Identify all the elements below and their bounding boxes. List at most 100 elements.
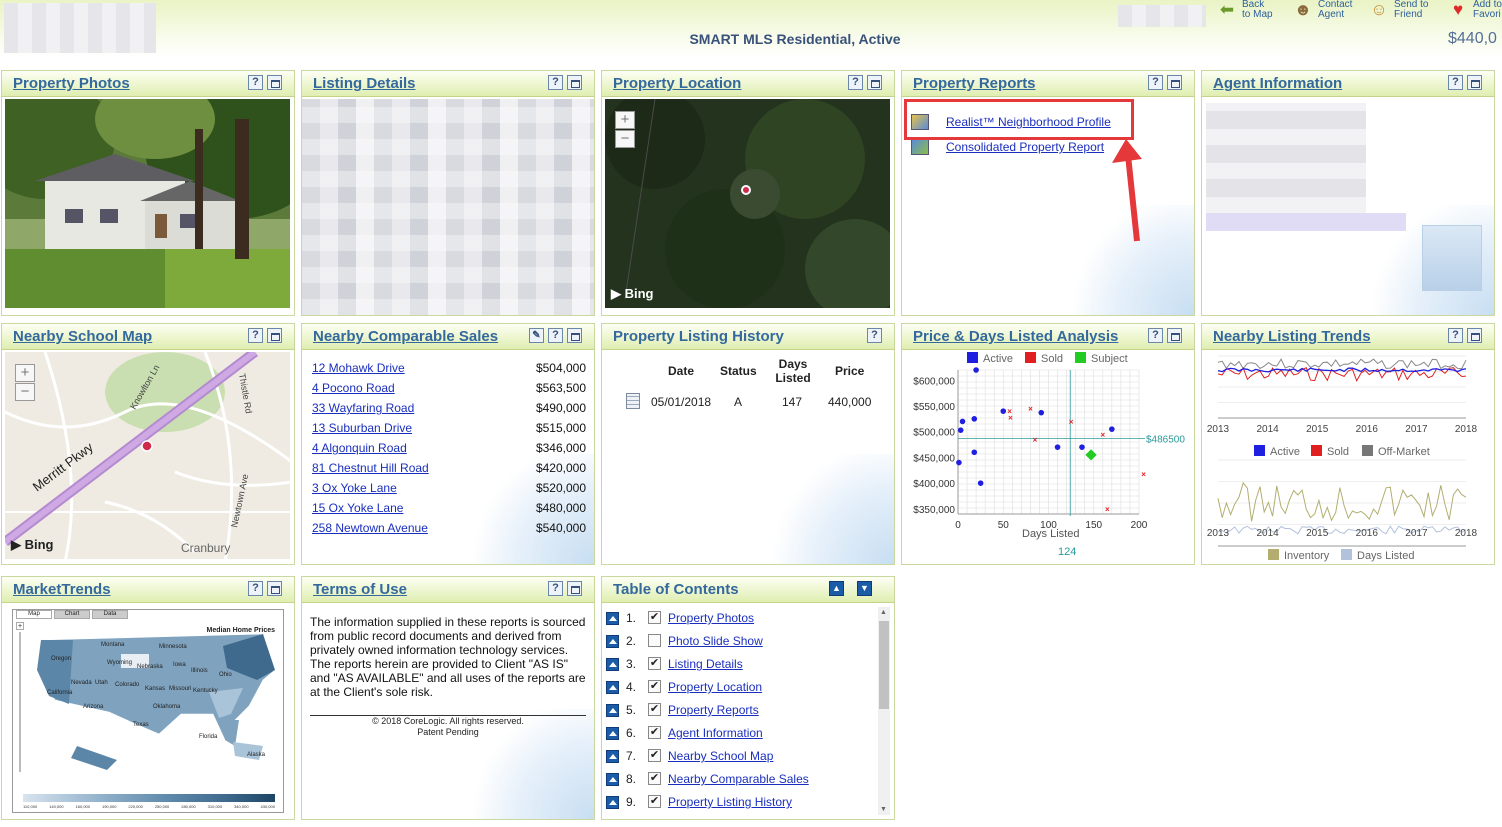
comparable-address-link[interactable]: 4 Pocono Road	[312, 381, 395, 395]
panel-title[interactable]: Property Location	[613, 75, 741, 92]
panel-title[interactable]: Nearby School Map	[13, 328, 152, 345]
panel-title[interactable]: Agent Information	[1213, 75, 1342, 92]
help-button[interactable]: ?	[548, 75, 563, 90]
move-up-icon[interactable]	[606, 704, 619, 717]
comparable-row: 33 Wayfaring Road $490,000	[312, 401, 586, 421]
move-up-icon[interactable]	[606, 658, 619, 671]
toc-scrollbar[interactable]: ▲ ▼	[878, 607, 890, 815]
move-up-icon[interactable]	[606, 750, 619, 763]
market-trends-widget[interactable]: Map Chart Data Median Home Prices + Mont…	[12, 609, 284, 813]
expand-all-button[interactable]: ▼	[857, 581, 872, 596]
maximize-button[interactable]	[1167, 328, 1182, 343]
maximize-button[interactable]	[267, 328, 282, 343]
property-photo[interactable]	[5, 99, 290, 308]
toc-checkbox[interactable]: ✔	[648, 772, 661, 785]
aerial-map[interactable]: + − ▶ Bing	[605, 99, 890, 308]
help-button[interactable]: ?	[867, 328, 882, 343]
toc-checkbox[interactable]: ✔	[648, 703, 661, 716]
document-icon[interactable]	[626, 393, 640, 409]
toc-checkbox[interactable]: ✔	[648, 795, 661, 808]
zoom-in-button[interactable]: +	[15, 364, 35, 382]
toc-checkbox[interactable]	[648, 634, 661, 647]
maximize-button[interactable]	[867, 75, 882, 90]
move-up-icon[interactable]	[606, 727, 619, 740]
panel-title[interactable]: Listing Details	[313, 75, 416, 92]
back-to-map-button[interactable]: ⬅ Back to Map	[1216, 0, 1282, 24]
comparable-price: $346,000	[535, 441, 586, 455]
zoom-out-button[interactable]: −	[15, 383, 35, 401]
scroll-up-icon[interactable]: ▲	[880, 609, 887, 616]
toc-link[interactable]: Photo Slide Show	[668, 634, 763, 648]
toc-link[interactable]: Property Reports	[668, 703, 759, 717]
maximize-button[interactable]	[567, 581, 582, 596]
maximize-button[interactable]	[567, 328, 582, 343]
add-to-favorites-button[interactable]: ♥ Add to Favori	[1447, 0, 1502, 24]
help-button[interactable]: ?	[248, 75, 263, 90]
toc-link[interactable]: Nearby School Map	[668, 749, 773, 763]
toc-link[interactable]: Property Listing History	[668, 795, 792, 809]
maximize-button[interactable]	[1467, 75, 1482, 90]
toc-checkbox[interactable]: ✔	[648, 657, 661, 670]
toc-link[interactable]: Agent Information	[668, 726, 763, 740]
panel-title[interactable]: Property Photos	[13, 75, 130, 92]
move-up-icon[interactable]	[606, 773, 619, 786]
help-button[interactable]: ?	[1148, 328, 1163, 343]
panel-title[interactable]: Nearby Listing Trends	[1213, 328, 1371, 345]
help-button[interactable]: ?	[1448, 75, 1463, 90]
legend-swatch	[1268, 549, 1279, 560]
toc-checkbox[interactable]: ✔	[648, 749, 661, 762]
help-button[interactable]: ?	[1448, 328, 1463, 343]
edit-button[interactable]: ✎	[529, 328, 544, 343]
move-up-icon[interactable]	[606, 612, 619, 625]
toc-link[interactable]: Nearby Comparable Sales	[668, 772, 809, 786]
scroll-down-icon[interactable]: ▼	[880, 806, 887, 813]
panel-title[interactable]: Property Reports	[913, 75, 1036, 92]
maximize-button[interactable]	[267, 581, 282, 596]
toc-number: 5.	[626, 703, 637, 717]
school-map[interactable]: Merritt Pkwy Knowlton Ln Thistle Rd Newt…	[5, 352, 290, 559]
toc-checkbox[interactable]: ✔	[648, 611, 661, 624]
move-up-icon[interactable]	[606, 681, 619, 694]
maximize-button[interactable]	[567, 75, 582, 90]
comparable-address-link[interactable]: 258 Newtown Avenue	[312, 521, 428, 535]
scroll-thumb[interactable]	[879, 621, 889, 709]
comparable-address-link[interactable]: 33 Wayfaring Road	[312, 401, 414, 415]
comparable-address-link[interactable]: 81 Chestnut Hill Road	[312, 461, 429, 475]
move-up-icon[interactable]	[606, 635, 619, 648]
panel-title[interactable]: Terms of Use	[313, 581, 407, 598]
toc-checkbox[interactable]: ✔	[648, 680, 661, 693]
help-button[interactable]: ?	[1148, 75, 1163, 90]
panel-header: Terms of Use ?	[302, 577, 594, 603]
panel-title[interactable]: MarketTrends	[13, 581, 111, 598]
comparable-address-link[interactable]: 12 Mohawk Drive	[312, 361, 405, 375]
maximize-button[interactable]	[267, 75, 282, 90]
comparable-address-link[interactable]: 13 Suburban Drive	[312, 421, 412, 435]
toc-checkbox[interactable]: ✔	[648, 726, 661, 739]
help-button[interactable]: ?	[248, 328, 263, 343]
help-button[interactable]: ?	[848, 75, 863, 90]
comparable-address-link[interactable]: 15 Ox Yoke Lane	[312, 501, 403, 515]
y-tick-label: $400,000	[913, 479, 955, 490]
contact-agent-button[interactable]: ☻ Contact Agent	[1292, 0, 1358, 24]
help-button[interactable]: ?	[548, 328, 563, 343]
scale-labels: 110,000 140,000 160,000 190,000 220,000 …	[23, 804, 275, 812]
panel-title[interactable]: Nearby Comparable Sales	[313, 328, 498, 345]
panel-title[interactable]: Price & Days Listed Analysis	[913, 328, 1118, 345]
toc-link[interactable]: Property Location	[668, 680, 762, 694]
panel-header: Property Location ?	[602, 71, 894, 97]
toc-link[interactable]: Listing Details	[668, 657, 743, 671]
send-to-friend-button[interactable]: ☺ Send to Friend	[1368, 0, 1438, 24]
comparable-address-link[interactable]: 4 Algonquin Road	[312, 441, 407, 455]
help-button[interactable]: ?	[548, 581, 563, 596]
consolidated-property-report-link[interactable]: Consolidated Property Report	[946, 140, 1104, 154]
toc-link[interactable]: Property Photos	[668, 611, 754, 625]
move-up-icon[interactable]	[606, 796, 619, 809]
maximize-button[interactable]	[1467, 328, 1482, 343]
comparable-address-link[interactable]: 3 Ox Yoke Lane	[312, 481, 397, 495]
zoom-in-button[interactable]: +	[615, 111, 635, 129]
state-label: Kentucky	[193, 688, 218, 694]
collapse-all-button[interactable]: ▲	[829, 581, 844, 596]
maximize-button[interactable]	[1167, 75, 1182, 90]
zoom-out-button[interactable]: −	[615, 130, 635, 148]
help-button[interactable]: ?	[248, 581, 263, 596]
